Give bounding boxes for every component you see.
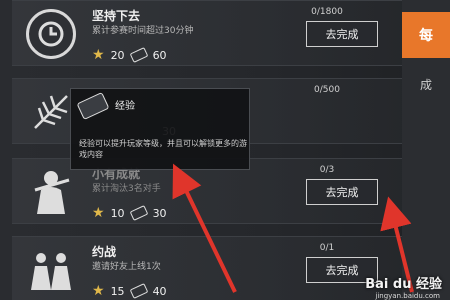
star-reward: 15 bbox=[110, 284, 125, 298]
ticket-icon bbox=[129, 47, 148, 63]
ticket-reward: 40 bbox=[152, 284, 167, 298]
star-reward: 20 bbox=[110, 48, 125, 62]
task-title: 约战 bbox=[92, 245, 117, 259]
ticket-reward: 30 bbox=[152, 206, 167, 220]
clock-badge-icon bbox=[26, 9, 76, 59]
ticket-icon bbox=[129, 205, 148, 221]
task-row: 约战 邀请好友上线1次 0/1 去完成 ★ 15 40 bbox=[12, 236, 402, 300]
exp-tooltip: 经验 经验可以提升玩家等级，并且可以解锁更多的游戏内容 bbox=[70, 88, 250, 170]
go-complete-button[interactable]: 去完成 bbox=[306, 21, 378, 47]
task-progress: 0/3 bbox=[319, 165, 335, 175]
tab-daily[interactable]: 每 bbox=[402, 12, 450, 58]
task-rewards: ★ 10 30 bbox=[92, 205, 167, 221]
task-row: 坚持下去 累计参赛时间超过30分钟 0/1800 去完成 ★ 20 60 bbox=[12, 0, 402, 66]
friends-badge-icon bbox=[26, 245, 76, 295]
task-progress: 0/1800 bbox=[311, 7, 343, 17]
task-progress: 0/1 bbox=[319, 243, 335, 253]
star-icon: ★ bbox=[92, 205, 105, 221]
right-tab-panel: 每 成 bbox=[402, 0, 450, 300]
task-rewards: ★ 15 40 bbox=[92, 283, 167, 299]
exp-ticket-icon bbox=[76, 91, 110, 121]
ticket-icon bbox=[129, 283, 148, 299]
tooltip-desc: 经验可以提升玩家等级，并且可以解锁更多的游戏内容 bbox=[79, 139, 247, 159]
feather-badge-icon bbox=[26, 87, 76, 137]
task-progress: 0/500 bbox=[314, 85, 340, 95]
star-icon: ★ bbox=[92, 283, 105, 299]
soldier-badge-icon bbox=[26, 167, 76, 217]
star-icon: ★ bbox=[92, 47, 105, 63]
watermark-logo: Bai du 经验 bbox=[365, 277, 442, 292]
watermark-url: jingyan.baidu.com bbox=[375, 292, 440, 300]
ticket-reward: 60 bbox=[152, 48, 167, 62]
tab-success[interactable]: 成 bbox=[402, 72, 450, 96]
star-reward: 10 bbox=[110, 206, 125, 220]
task-desc: 邀请好友上线1次 bbox=[92, 262, 161, 272]
task-rewards: ★ 20 60 bbox=[92, 47, 167, 63]
task-desc: 累计淘汰3名对手 bbox=[92, 184, 161, 194]
task-desc: 累计参赛时间超过30分钟 bbox=[92, 26, 194, 36]
tooltip-title: 经验 bbox=[115, 101, 135, 112]
task-title: 坚持下去 bbox=[92, 9, 141, 23]
go-complete-button[interactable]: 去完成 bbox=[306, 179, 378, 205]
